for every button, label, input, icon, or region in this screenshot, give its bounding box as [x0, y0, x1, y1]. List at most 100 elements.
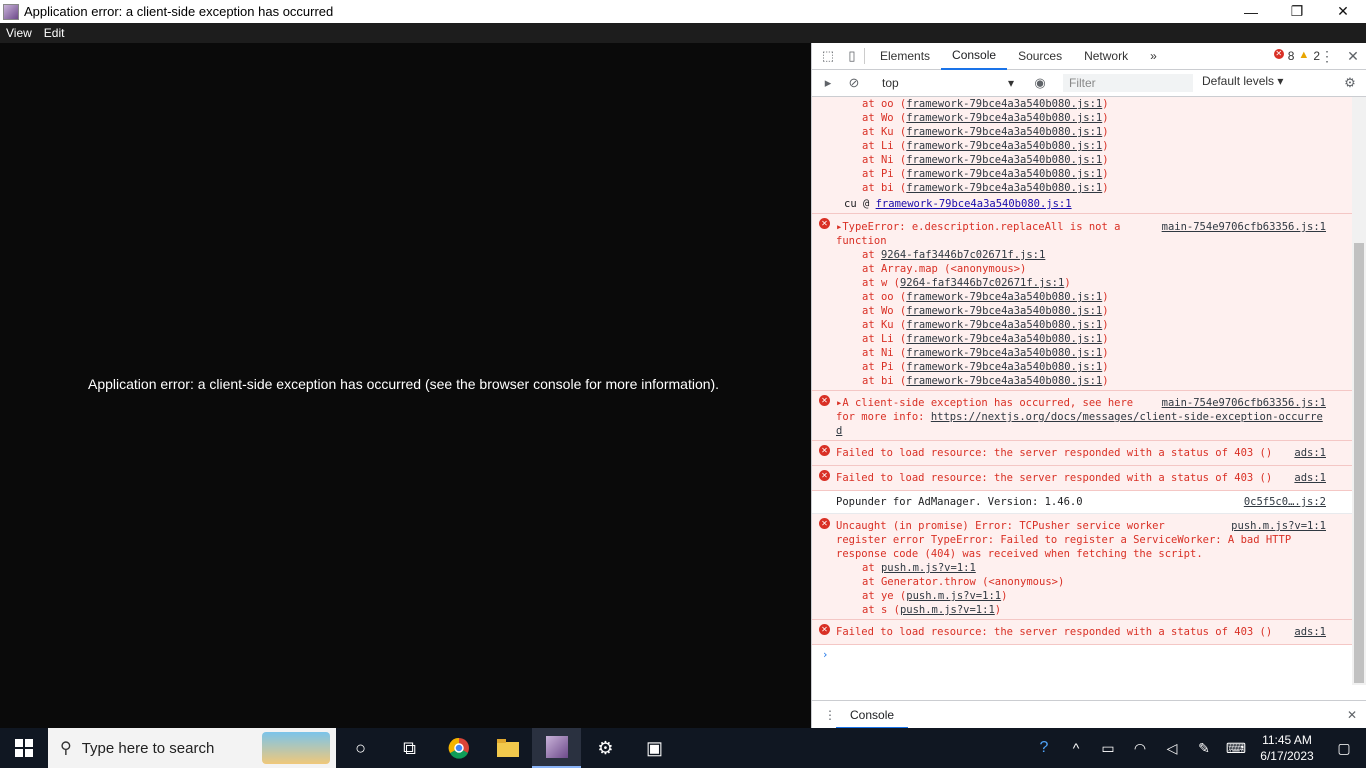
source-link[interactable]: push.m.js?v=1:1	[1231, 519, 1326, 533]
stack-trace: at 9264-faf3446b7c02671f.js:1 at Array.ma…	[836, 248, 1326, 388]
title-bar: Application error: a client-side excepti…	[0, 0, 1366, 23]
stack-frame: at Ku (framework-79bce4a3a540b080.js:1)	[836, 125, 1326, 139]
frame-text: at oo (	[862, 291, 907, 303]
frame-link[interactable]: framework-79bce4a3a540b080.js:1	[906, 182, 1102, 194]
chrome-icon[interactable]	[434, 728, 483, 768]
console-scrollbar[interactable]	[1352, 97, 1366, 685]
wifi-icon[interactable]: ◠	[1124, 740, 1156, 757]
frame-link[interactable]: framework-79bce4a3a540b080.js:1	[906, 291, 1102, 303]
frame-end: )	[1102, 361, 1109, 373]
console-prompt[interactable]: ›	[812, 645, 1352, 665]
windows-start-icon[interactable]	[0, 728, 48, 768]
frame-link[interactable]: framework-79bce4a3a540b080.js:1	[906, 361, 1102, 373]
battery-icon[interactable]: ▭	[1092, 740, 1124, 757]
frame-link[interactable]: framework-79bce4a3a540b080.js:1	[906, 154, 1102, 166]
keyboard-icon[interactable]: ⌨	[1220, 740, 1252, 757]
frame-link[interactable]: push.m.js?v=1:1	[900, 604, 995, 616]
chevron-up-icon[interactable]: ^	[1060, 740, 1092, 756]
close-devtools-icon[interactable]: ✕	[1340, 48, 1366, 65]
frame-link[interactable]: framework-79bce4a3a540b080.js:1	[906, 126, 1102, 138]
clear-console-icon[interactable]: ⊘	[846, 75, 862, 91]
tab-console[interactable]: Console	[941, 43, 1008, 70]
source-link[interactable]: ads:1	[1294, 625, 1326, 639]
source-link[interactable]: 0c5f5c0….js:2	[1244, 495, 1326, 509]
frame-link[interactable]: framework-79bce4a3a540b080.js:1	[906, 140, 1102, 152]
frame-link[interactable]: framework-79bce4a3a540b080.js:1	[906, 168, 1102, 180]
menu-view[interactable]: View	[0, 26, 38, 40]
sidebar-toggle-icon[interactable]: ▸	[820, 75, 836, 91]
close-drawer-icon[interactable]: ✕	[1347, 708, 1357, 722]
source-link[interactable]: ads:1	[1294, 446, 1326, 460]
levels-dropdown[interactable]: Default levels ▾	[1202, 74, 1283, 88]
clock[interactable]: 11:45 AM 6/17/2023	[1252, 732, 1322, 764]
tab-sources[interactable]: Sources	[1007, 43, 1073, 70]
frame-text: at ye (	[862, 590, 907, 602]
device-toolbar-icon[interactable]: ▯	[844, 48, 860, 64]
scroll-thumb[interactable]	[1354, 243, 1364, 683]
gear-icon[interactable]: ⚙	[1342, 75, 1358, 91]
source-link[interactable]: main-754e9706cfb63356.js:1	[1162, 220, 1326, 234]
frame-text: at	[862, 249, 881, 261]
cu-link[interactable]: framework-79bce4a3a540b080.js:1	[876, 198, 1072, 210]
frame-link[interactable]: 9264-faf3446b7c02671f.js:1	[900, 277, 1064, 289]
app-window-icon[interactable]	[532, 728, 581, 768]
settings-icon[interactable]: ⚙	[581, 728, 630, 768]
notifications-icon[interactable]: ▢	[1322, 740, 1366, 757]
frame-text: at Wo (	[862, 112, 907, 124]
menu-edit[interactable]: Edit	[38, 26, 71, 40]
eye-icon[interactable]: ◉	[1032, 75, 1048, 91]
more-tabs-icon[interactable]: »	[1139, 43, 1168, 70]
frame-link[interactable]: push.m.js?v=1:1	[906, 590, 1001, 602]
pen-icon[interactable]: ✎	[1188, 740, 1220, 757]
chevron-down-icon: ▾	[1007, 76, 1014, 90]
frame-text: at Wo (	[862, 305, 907, 317]
stack-frame: at bi (framework-79bce4a3a540b080.js:1)	[836, 374, 1326, 388]
frame-text: at	[862, 562, 881, 574]
help-icon[interactable]: ?	[1028, 739, 1060, 757]
frame-link[interactable]: framework-79bce4a3a540b080.js:1	[906, 347, 1102, 359]
minimize-button[interactable]: —	[1228, 0, 1274, 23]
frame-link[interactable]: push.m.js?v=1:1	[881, 562, 976, 574]
drawer-menu-icon[interactable]: ⋮	[824, 708, 836, 722]
frame-link[interactable]: framework-79bce4a3a540b080.js:1	[906, 305, 1102, 317]
kebab-menu-icon[interactable]: ⋮	[1314, 48, 1340, 65]
close-button[interactable]: ✕	[1320, 0, 1366, 23]
frame-text: at Ni (	[862, 347, 907, 359]
stack-frame: at oo (framework-79bce4a3a540b080.js:1)	[836, 290, 1326, 304]
frame-link[interactable]: framework-79bce4a3a540b080.js:1	[906, 98, 1102, 110]
frame-link[interactable]: framework-79bce4a3a540b080.js:1	[906, 112, 1102, 124]
frame-link[interactable]: framework-79bce4a3a540b080.js:1	[906, 319, 1102, 331]
error-count: 8	[1287, 49, 1295, 63]
drawer-tab-console[interactable]: Console	[836, 701, 909, 729]
source-link[interactable]: ads:1	[1294, 471, 1326, 485]
frame-end: )	[1102, 291, 1109, 303]
window-controls: — ❐ ✕	[1228, 0, 1366, 23]
frame-link[interactable]: framework-79bce4a3a540b080.js:1	[906, 375, 1102, 387]
tab-network[interactable]: Network	[1073, 43, 1139, 70]
source-link[interactable]: main-754e9706cfb63356.js:1	[1162, 396, 1326, 410]
console-message: ✕ push.m.js?v=1:1 Uncaught (in promise) …	[812, 514, 1352, 620]
restore-button[interactable]: ❐	[1274, 0, 1320, 23]
frame-end: )	[1102, 347, 1109, 359]
frame-end: )	[1102, 126, 1109, 138]
drawer-bar: ⋮ Console ✕	[812, 700, 1366, 729]
task-view-icon[interactable]: ⧉	[385, 728, 434, 768]
context-selector[interactable]: top ▾	[878, 74, 1018, 92]
console-message[interactable]: ✕ main-754e9706cfb63356.js:1 ▸TypeError:…	[812, 214, 1352, 391]
file-explorer-icon[interactable]	[483, 728, 532, 768]
error-icon: ✕	[819, 470, 830, 481]
volume-icon[interactable]: ◁	[1156, 740, 1188, 757]
stack-frame: at 9264-faf3446b7c02671f.js:1	[836, 248, 1326, 262]
tab-elements[interactable]: Elements	[869, 43, 941, 70]
frame-link[interactable]: framework-79bce4a3a540b080.js:1	[906, 333, 1102, 345]
frame-end: )	[1001, 590, 1008, 602]
frame-link[interactable]: 9264-faf3446b7c02671f.js:1	[881, 249, 1045, 261]
cortana-icon[interactable]: ○	[336, 728, 385, 768]
remote-desktop-icon[interactable]: ▣	[630, 728, 679, 768]
taskbar-search[interactable]: ⚲ Type here to search	[48, 728, 336, 768]
frame-text: at Pi (	[862, 168, 907, 180]
filter-input[interactable]: Filter	[1063, 74, 1193, 92]
stack-frame: at oo (framework-79bce4a3a540b080.js:1)	[836, 97, 1326, 111]
inspect-element-icon[interactable]: ⬚	[820, 48, 836, 64]
console-message[interactable]: ✕ main-754e9706cfb63356.js:1 ▸A client-s…	[812, 391, 1352, 441]
